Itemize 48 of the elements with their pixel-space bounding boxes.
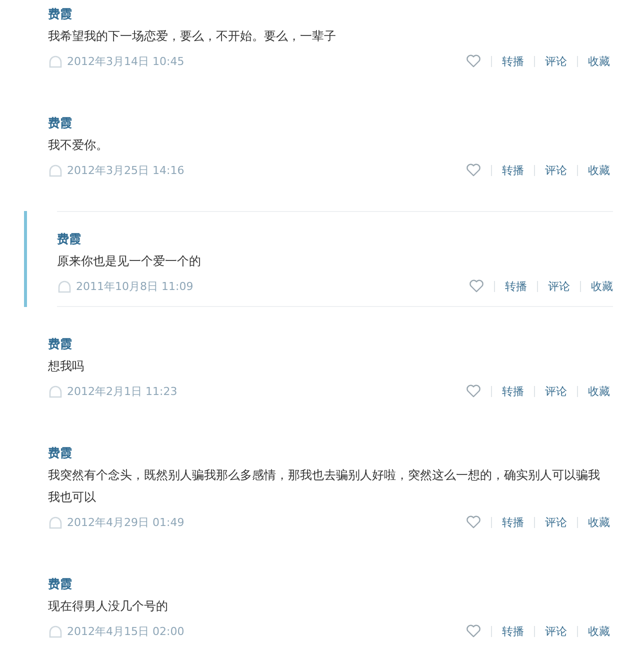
action-link[interactable]: 收藏 [577,516,610,528]
action-link[interactable]: 转播 [494,280,537,292]
post-time: 2012年4月29日 01:49 [67,514,184,530]
post-text: 我不爱你。 [48,137,108,154]
author-name[interactable]: 费霞 [48,442,72,464]
action-link[interactable]: 评论 [534,56,577,66]
heart-icon[interactable] [466,163,481,177]
action-link[interactable]: 评论 [534,386,577,396]
action-link[interactable]: 收藏 [580,280,613,292]
author-name[interactable]: 费霞 [57,228,81,250]
dome-icon [48,162,63,178]
action-link[interactable]: 转播 [491,516,534,528]
post-text: 我希望我的下一场恋爱，要么，不开始。要么，一辈子 [48,28,336,45]
post-time: 2012年4月15日 02:00 [67,624,184,638]
dome-icon [48,384,63,398]
post-text: 我突然有个念头，既然别人骗我那么多感情，那我也去骗别人好啦，突然这么一想的，确实别人可以骗我我也可以 [48,467,601,506]
action-link[interactable]: 转播 [491,164,534,176]
action-link[interactable]: 转播 [491,386,534,396]
action-link[interactable]: 收藏 [577,626,610,636]
dome-icon [48,624,63,638]
author-name[interactable]: 费霞 [48,573,72,595]
dome-icon [48,54,63,68]
heart-icon[interactable] [466,54,481,68]
dome-icon [48,514,63,530]
heart-icon[interactable] [466,624,481,638]
heart-icon[interactable] [466,515,481,529]
post-time: 2012年3月25日 14:16 [67,162,184,178]
author-name[interactable]: 费霞 [48,3,72,25]
post-time: 2011年10月8日 11:09 [76,278,194,294]
action-link[interactable]: 收藏 [577,164,610,176]
action-link[interactable]: 评论 [534,626,577,636]
post-text: 想我吗 [48,358,84,375]
action-link[interactable]: 评论 [537,280,580,292]
post-text: 现在得男人没几个号的 [48,598,168,615]
heart-icon[interactable] [466,384,481,398]
action-link[interactable]: 转播 [491,626,534,636]
action-link[interactable]: 收藏 [577,56,610,66]
action-link[interactable]: 收藏 [577,386,610,396]
post-time: 2012年2月1日 11:23 [67,384,178,398]
author-name[interactable]: 费霞 [48,112,72,134]
heart-icon[interactable] [469,279,484,293]
action-link[interactable]: 评论 [534,516,577,528]
post-text: 原来你也是见一个爱一个的 [57,253,201,270]
action-link[interactable]: 转播 [491,56,534,66]
post-time: 2012年3月14日 10:45 [67,54,184,68]
action-link[interactable]: 评论 [534,164,577,176]
dome-icon [57,278,72,294]
author-name[interactable]: 费霞 [48,333,72,355]
